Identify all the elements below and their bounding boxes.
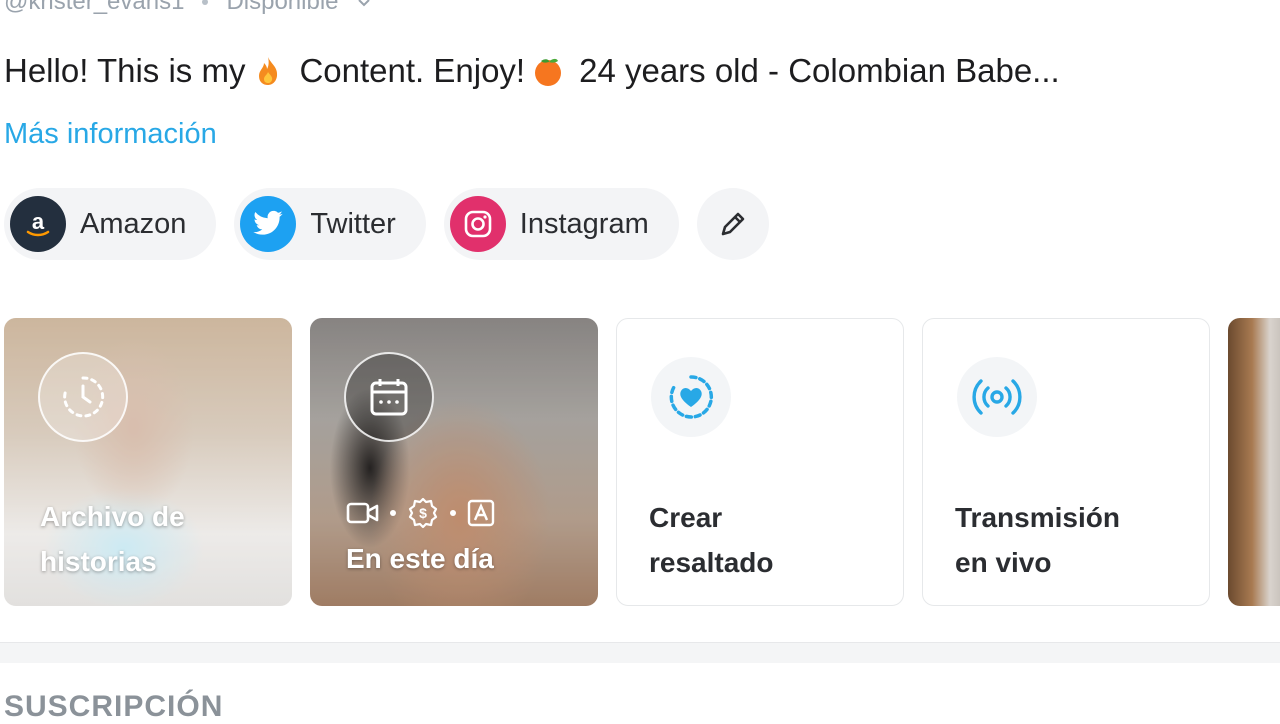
separator-dot	[390, 510, 396, 516]
instagram-label: Instagram	[519, 207, 649, 240]
amazon-link[interactable]: a Amazon	[4, 188, 217, 260]
highlight-on-this-day[interactable]: $ En este día	[310, 318, 598, 606]
username: @krister_evans1	[4, 0, 185, 15]
live-stream-card[interactable]: Transmisión en vivo	[922, 318, 1210, 606]
twitter-icon	[240, 196, 297, 252]
highlight-story-archive[interactable]: Archivo de historias	[4, 318, 292, 606]
highlight-label: Crear resaltado	[649, 502, 774, 578]
text-icon	[467, 499, 495, 527]
availability-status[interactable]: Disponible	[226, 0, 338, 16]
instagram-link[interactable]: Instagram	[443, 188, 679, 260]
broadcast-icon	[957, 357, 1037, 437]
separator-dot	[202, 0, 209, 5]
amazon-label: Amazon	[80, 207, 187, 240]
chevron-down-icon[interactable]	[357, 0, 371, 9]
subscription-heading: SUSCRIPCIÓN	[4, 690, 224, 723]
content-type-icons: $	[346, 496, 496, 530]
edit-links-button[interactable]	[696, 188, 769, 260]
history-clock-icon	[38, 352, 128, 442]
calendar-icon	[344, 352, 434, 442]
svg-text:a: a	[32, 209, 45, 234]
peach-icon	[535, 58, 562, 86]
social-links: a Amazon Twitter Instagram	[4, 188, 769, 260]
instagram-icon	[449, 196, 506, 252]
heart-add-icon	[651, 357, 731, 437]
fire-icon	[259, 57, 278, 85]
svg-text:$: $	[419, 505, 427, 521]
create-highlight-card[interactable]: Crear resaltado	[616, 318, 904, 606]
highlight-label: Archivo de historias	[40, 501, 185, 577]
twitter-label: Twitter	[310, 207, 396, 240]
highlight-label: En este día	[346, 543, 494, 574]
bio-text-2: Content. Enjoy!	[299, 52, 526, 89]
video-icon	[346, 502, 379, 524]
highlights-row: Archivo de historias $ En este día Crear…	[4, 318, 1280, 606]
profile-handle-row: @krister_evans1 Disponible	[4, 0, 371, 16]
paid-icon: $	[408, 497, 438, 529]
separator-dot	[450, 510, 456, 516]
pencil-icon	[721, 212, 745, 236]
more-info-link[interactable]: Más información	[4, 118, 217, 151]
profile-bio: Hello! This is my Content. Enjoy! 24 yea…	[4, 52, 1060, 90]
bio-text-3: 24 years old - Colombian Babe...	[579, 52, 1060, 89]
highlight-next-partial[interactable]	[1228, 318, 1280, 606]
section-divider	[0, 642, 1280, 663]
twitter-link[interactable]: Twitter	[234, 188, 426, 260]
highlight-label: Transmisión en vivo	[955, 502, 1120, 578]
bio-text-1: Hello! This is my	[4, 52, 246, 89]
amazon-icon: a	[10, 196, 66, 252]
